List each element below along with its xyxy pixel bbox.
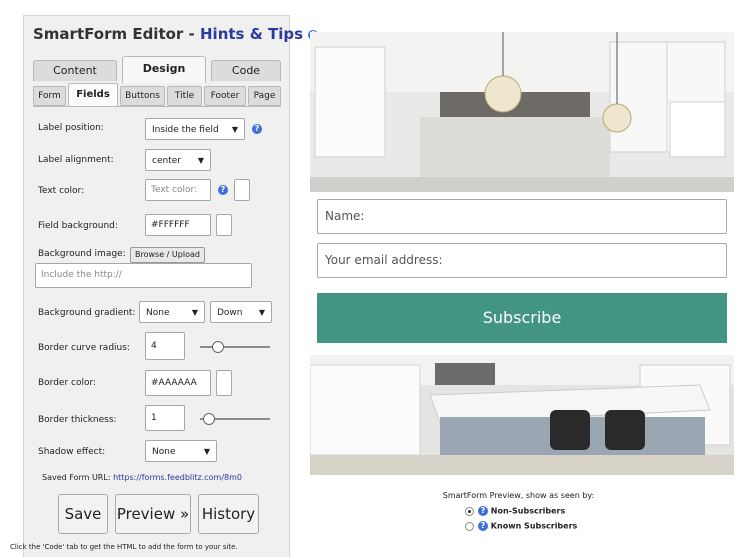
sub-tabs: Form Fields Buttons Title Footer Page xyxy=(33,83,281,107)
subtab-buttons[interactable]: Buttons xyxy=(120,86,165,106)
tab-code[interactable]: Code xyxy=(211,60,281,81)
email-field[interactable]: Your email address: xyxy=(317,243,727,278)
background-gradient-select[interactable]: None ▼ xyxy=(139,301,205,323)
help-icon[interactable]: ? xyxy=(478,521,488,531)
dropdown-arrow-icon: ▼ xyxy=(258,308,265,317)
text-color-label: Text color: xyxy=(38,186,85,196)
border-curve-radius-label: Border curve radius: xyxy=(38,343,130,353)
slider-knob[interactable] xyxy=(203,413,215,425)
border-color-input[interactable]: #AAAAAA xyxy=(145,370,211,396)
border-color-label: Border color: xyxy=(38,378,97,388)
label-position-label: Label position: xyxy=(38,123,104,133)
border-curve-radius-slider[interactable] xyxy=(200,341,270,353)
kitchen-illustration-bottom xyxy=(310,355,734,475)
label-position-help-icon[interactable]: ? xyxy=(252,124,262,134)
field-background-label: Field background: xyxy=(38,221,118,231)
kitchen-footer-image xyxy=(310,355,734,475)
tab-divider xyxy=(33,106,281,107)
shadow-effect-label: Shadow effect: xyxy=(38,447,106,457)
tab-design[interactable]: Design xyxy=(122,56,206,83)
label-position-select[interactable]: Inside the field ▼ xyxy=(145,118,245,140)
name-field[interactable]: Name: xyxy=(317,199,727,234)
border-thickness-label: Border thickness: xyxy=(38,415,117,425)
history-button[interactable]: History xyxy=(198,494,259,534)
background-image-input[interactable]: Include the http:// xyxy=(35,263,252,288)
panel-title: SmartForm Editor - Hints & Tips ? xyxy=(33,25,319,43)
kitchen-header-image xyxy=(310,32,734,192)
text-color-input[interactable]: Text color: xyxy=(145,179,211,201)
subtab-title[interactable]: Title xyxy=(167,86,202,106)
subtab-footer[interactable]: Footer xyxy=(204,86,246,106)
tab-content[interactable]: Content xyxy=(33,60,117,81)
border-color-swatch[interactable] xyxy=(216,370,232,396)
label-alignment-label: Label alignment: xyxy=(38,155,114,165)
border-curve-radius-input[interactable]: 4 xyxy=(145,332,185,360)
option-known-subscribers[interactable]: ? Known Subscribers xyxy=(465,521,577,531)
dropdown-arrow-icon: ▼ xyxy=(191,308,198,317)
dropdown-arrow-icon: ▼ xyxy=(203,447,210,456)
preview-note: SmartForm Preview, show as seen by: xyxy=(442,491,595,500)
subtab-page[interactable]: Page xyxy=(248,86,281,106)
field-background-swatch[interactable] xyxy=(216,214,232,236)
background-gradient-label: Background gradient: xyxy=(38,308,136,318)
smartform-editor-panel: SmartForm Editor - Hints & Tips ? Conten… xyxy=(10,15,319,557)
dropdown-arrow-icon: ▼ xyxy=(197,156,204,165)
help-icon[interactable]: ? xyxy=(478,506,488,516)
radio-known-subscribers[interactable] xyxy=(465,521,474,531)
field-background-input[interactable]: #FFFFFF xyxy=(145,214,211,236)
text-color-help-icon[interactable]: ? xyxy=(218,185,228,195)
border-thickness-slider[interactable] xyxy=(200,413,270,425)
background-image-label: Background image: xyxy=(38,249,126,259)
browse-upload-button[interactable]: Browse / Upload xyxy=(130,247,205,263)
code-tab-footnote: Click the 'Code' tab to get the HTML to … xyxy=(10,543,238,551)
border-thickness-input[interactable]: 1 xyxy=(145,405,185,431)
slider-knob[interactable] xyxy=(212,341,224,353)
shadow-effect-select[interactable]: None ▼ xyxy=(145,440,217,462)
main-tabs: Content Design Code xyxy=(33,56,281,83)
radio-non-subscribers[interactable] xyxy=(465,506,474,516)
subtab-form[interactable]: Form xyxy=(33,86,66,106)
text-color-swatch[interactable] xyxy=(234,179,250,201)
save-button[interactable]: Save xyxy=(58,494,108,534)
subscribe-button[interactable]: Subscribe xyxy=(317,293,727,343)
gradient-direction-select[interactable]: Down ▼ xyxy=(210,301,272,323)
option-non-subscribers[interactable]: ? Non-Subscribers xyxy=(465,506,565,516)
preview-button[interactable]: Preview » xyxy=(115,494,191,534)
hints-tips-link[interactable]: Hints & Tips xyxy=(200,25,303,43)
subtab-fields[interactable]: Fields xyxy=(68,83,118,107)
saved-form-url: Saved Form URL: https://forms.feedblitz.… xyxy=(42,473,242,482)
kitchen-illustration-top xyxy=(310,32,734,192)
label-alignment-select[interactable]: center ▼ xyxy=(145,149,211,171)
dropdown-arrow-icon: ▼ xyxy=(231,125,238,134)
saved-form-url-link[interactable]: https://forms.feedblitz.com/8m0 xyxy=(113,473,242,482)
